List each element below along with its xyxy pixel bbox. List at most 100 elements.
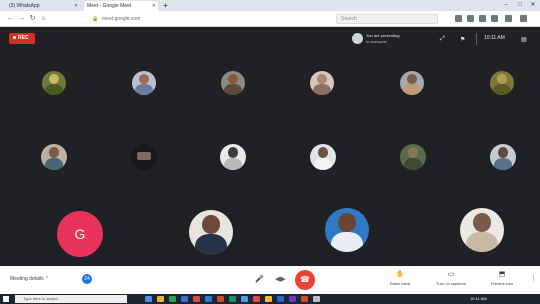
- windows-start-icon[interactable]: [3, 296, 9, 302]
- taskbar-app-icon[interactable]: [157, 296, 164, 302]
- layout-icon[interactable]: ⤢: [440, 36, 445, 43]
- raise-hand-button[interactable]: ✋ Raise hand: [380, 270, 420, 292]
- participant-tile[interactable]: [460, 208, 504, 252]
- avatar: [497, 73, 507, 84]
- reload-icon[interactable]: ↻: [28, 14, 37, 23]
- taskbar-app-icon[interactable]: [241, 296, 248, 302]
- participant-tile[interactable]: [490, 144, 516, 170]
- captions-button[interactable]: ▭ Turn on captions: [431, 270, 471, 292]
- taskbar-app-icon[interactable]: [205, 296, 212, 302]
- avatar: [136, 152, 152, 161]
- taskbar-app-icon[interactable]: [253, 296, 260, 302]
- meeting-details-button[interactable]: Meeting details ⌃: [10, 276, 49, 282]
- camera-icon[interactable]: ◀▶: [275, 275, 286, 283]
- avatar: [497, 147, 509, 159]
- avatar: [48, 147, 60, 159]
- captions-icon: ▭: [447, 271, 455, 278]
- participant-tile[interactable]: [490, 71, 514, 95]
- tab-title: Meet - Google Meet: [87, 3, 132, 9]
- avatar: [473, 213, 491, 232]
- close-tab-icon[interactable]: ✕: [74, 1, 78, 11]
- participant-tile[interactable]: [310, 71, 334, 95]
- close-tab-icon[interactable]: ✕: [152, 1, 156, 11]
- participant-tile[interactable]: [400, 71, 424, 95]
- people-icon[interactable]: 24: [82, 274, 92, 284]
- account-icon[interactable]: [491, 15, 498, 22]
- participant-tile[interactable]: [42, 71, 66, 95]
- url-text: meet.google.com: [102, 16, 141, 22]
- pin-icon[interactable]: ⚑: [460, 36, 465, 43]
- meet-header: REC You are presenting to everyone ⤢ ⚑ 1…: [0, 27, 540, 51]
- more-options-icon[interactable]: ⋮: [530, 274, 537, 282]
- record-dot-icon: [13, 36, 16, 40]
- avatar: [352, 33, 363, 44]
- avatar: [407, 147, 419, 159]
- system-tray-time: 10:11 AM: [470, 296, 487, 301]
- participant-tile[interactable]: [132, 71, 156, 95]
- presenter-subtitle: to everyone: [366, 39, 387, 44]
- address-bar[interactable]: 🔒 meet.google.com: [92, 14, 312, 24]
- participant-tile[interactable]: [310, 144, 336, 170]
- taskbar: Type here to search 10:11 AM: [0, 294, 540, 304]
- taskbar-app-icon[interactable]: [229, 296, 236, 302]
- meet-control-bar: Meeting details ⌃ 24 🎤 ◀▶ ☎ ✋ Raise hand…: [0, 266, 540, 294]
- taskbar-app-icon[interactable]: [193, 296, 200, 302]
- minimize-icon[interactable]: –: [500, 0, 512, 11]
- taskbar-app-icon[interactable]: [169, 296, 176, 302]
- browser-tab-strip: (3) WhatsApp ✕ Meet - Google Meet ✕ + – …: [0, 0, 540, 11]
- menu-icon[interactable]: [520, 15, 527, 22]
- avatar[interactable]: G: [57, 211, 103, 257]
- participant-tile[interactable]: [41, 144, 67, 170]
- tab-whatsapp[interactable]: (3) WhatsApp ✕: [6, 1, 80, 11]
- divider: [476, 33, 477, 45]
- settings-icon[interactable]: [505, 15, 512, 22]
- taskbar-app-icon[interactable]: [313, 296, 320, 302]
- bookmarks-icon[interactable]: [455, 15, 462, 22]
- maximize-icon[interactable]: □: [514, 0, 526, 11]
- new-tab-button[interactable]: +: [161, 1, 170, 10]
- meeting-time: 10:11 AM: [484, 35, 505, 41]
- taskbar-app-icon[interactable]: [265, 296, 272, 302]
- microphone-icon[interactable]: 🎤: [255, 275, 264, 283]
- forward-icon[interactable]: →: [17, 14, 26, 23]
- end-call-button[interactable]: ☎: [295, 270, 315, 290]
- tab-meet[interactable]: Meet - Google Meet ✕: [84, 1, 158, 11]
- close-window-icon[interactable]: ✕: [527, 0, 539, 11]
- participant-tile[interactable]: [400, 144, 426, 170]
- downloads-icon[interactable]: [467, 15, 474, 22]
- chat-icon[interactable]: ▤: [521, 36, 527, 43]
- participant-tile[interactable]: [131, 144, 157, 170]
- taskbar-search[interactable]: Type here to search: [15, 295, 127, 303]
- present-now-button[interactable]: ⬒ Present now: [482, 270, 522, 292]
- participant-tile[interactable]: [325, 208, 369, 252]
- avatar: [317, 73, 327, 84]
- participant-tile[interactable]: [221, 71, 245, 95]
- participant-tile[interactable]: [189, 210, 233, 254]
- extension-icon[interactable]: [479, 15, 486, 22]
- tab-title: (3) WhatsApp: [9, 3, 40, 9]
- taskbar-app-icon[interactable]: [217, 296, 224, 302]
- participant-tile[interactable]: [220, 144, 246, 170]
- taskbar-app-icon[interactable]: [145, 296, 152, 302]
- avatar: [202, 215, 220, 234]
- taskbar-app-icon[interactable]: [289, 296, 296, 302]
- back-icon[interactable]: ←: [6, 14, 15, 23]
- taskbar-app-icon[interactable]: [277, 296, 284, 302]
- recording-badge: REC: [9, 33, 35, 44]
- lock-icon: 🔒: [92, 16, 99, 22]
- avatar: [49, 73, 59, 84]
- avatar: [139, 73, 149, 84]
- presenter-indicator[interactable]: You are presenting to everyone: [352, 32, 424, 46]
- search-input[interactable]: Search: [336, 14, 438, 24]
- avatar: [317, 147, 329, 159]
- taskbar-app-icon[interactable]: [301, 296, 308, 302]
- present-icon: ⬒: [498, 271, 506, 278]
- avatar: [227, 147, 239, 159]
- presenter-name: You are presenting: [366, 33, 400, 38]
- screen: (3) WhatsApp ✕ Meet - Google Meet ✕ + – …: [0, 0, 540, 304]
- home-icon[interactable]: ⌂: [39, 14, 48, 23]
- hand-icon: ✋: [395, 271, 405, 278]
- taskbar-app-icon[interactable]: [181, 296, 188, 302]
- browser-toolbar: ← → ↻ ⌂ 🔒 meet.google.com Search: [0, 11, 540, 27]
- phone-icon: ☎: [300, 275, 310, 284]
